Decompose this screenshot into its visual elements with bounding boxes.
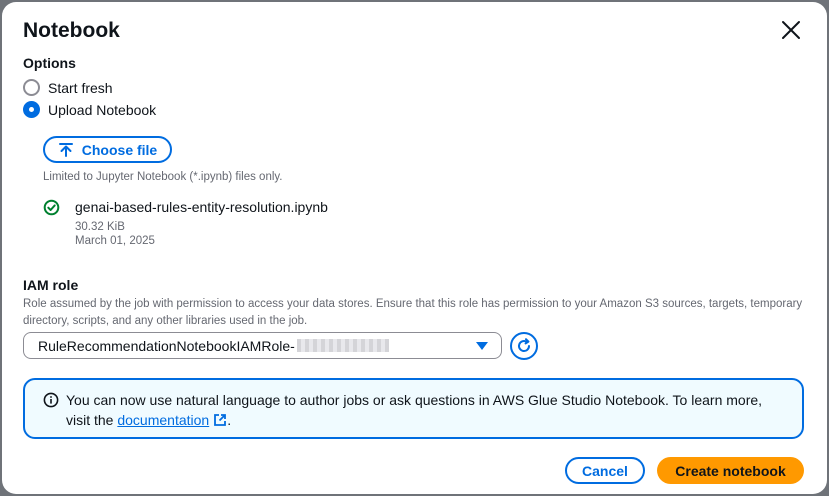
choose-file-button[interactable]: Choose file bbox=[43, 136, 172, 163]
info-alert: You can now use natural language to auth… bbox=[23, 378, 804, 439]
iam-role-label: IAM role bbox=[23, 277, 79, 293]
modal-title: Notebook bbox=[23, 19, 120, 42]
uploaded-file-date: March 01, 2025 bbox=[75, 235, 155, 247]
refresh-button[interactable] bbox=[510, 332, 538, 360]
external-link-icon[interactable] bbox=[213, 413, 227, 427]
documentation-link[interactable]: documentation bbox=[117, 412, 209, 428]
caret-down-icon bbox=[476, 342, 488, 350]
info-icon bbox=[43, 392, 59, 408]
radio-button-selected[interactable] bbox=[23, 101, 40, 118]
radio-label: Upload Notebook bbox=[48, 101, 157, 118]
choose-file-label: Choose file bbox=[81, 141, 158, 158]
cancel-button[interactable]: Cancel bbox=[565, 457, 645, 484]
uploaded-file-name: genai-based-rules-entity-resolution.ipyn… bbox=[75, 199, 328, 215]
uploaded-file-size: 30.32 KiB bbox=[75, 221, 125, 233]
options-label: Options bbox=[23, 55, 76, 71]
info-text-after: . bbox=[227, 412, 232, 428]
refresh-icon bbox=[518, 338, 531, 352]
notebook-modal: Notebook Options Start fresh Upload Note… bbox=[2, 2, 827, 494]
close-icon bbox=[782, 21, 800, 39]
radio-label: Start fresh bbox=[48, 79, 113, 96]
radio-upload-notebook[interactable]: Upload Notebook bbox=[23, 101, 156, 118]
close-button[interactable] bbox=[778, 17, 804, 43]
iam-role-selected-value: RuleRecommendationNotebookIAMRole- bbox=[38, 337, 295, 354]
upload-icon bbox=[58, 142, 73, 157]
success-check-icon bbox=[43, 199, 60, 216]
radio-start-fresh[interactable]: Start fresh bbox=[23, 79, 113, 96]
radio-button[interactable] bbox=[23, 79, 40, 96]
iam-role-select[interactable]: RuleRecommendationNotebookIAMRole- bbox=[23, 332, 502, 359]
file-type-hint: Limited to Jupyter Notebook (*.ipynb) fi… bbox=[43, 171, 283, 183]
iam-role-description: Role assumed by the job with permission … bbox=[23, 298, 803, 327]
info-text: You can now use natural language to auth… bbox=[66, 390, 766, 430]
create-notebook-button[interactable]: Create notebook bbox=[657, 457, 804, 484]
redacted-text bbox=[296, 339, 389, 352]
